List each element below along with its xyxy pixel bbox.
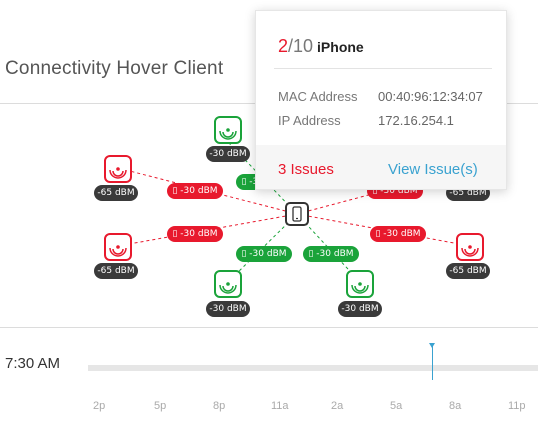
signal-label-top-left: -30 dBM (206, 146, 250, 162)
mobile-phone-icon (292, 206, 302, 222)
access-point-right-bottom[interactable] (456, 233, 484, 261)
wifi-access-point-icon (219, 282, 237, 294)
access-point-left-top[interactable] (104, 155, 132, 183)
view-issues-link[interactable]: View Issue(s) (388, 161, 478, 178)
client-total: /10 (288, 36, 314, 56)
timeline-tick: 5p (154, 400, 167, 412)
timeline-tick: 8a (449, 400, 462, 412)
signal-label-bottom-left: -30 dBM (206, 301, 250, 317)
popover-divider (274, 68, 492, 69)
client-index: 2 (278, 36, 289, 56)
wifi-access-point-icon (461, 245, 479, 257)
issues-count: 3 Issues (278, 161, 334, 178)
signal-label-left-top: -65 dBM (94, 185, 138, 201)
wifi-access-point-icon (109, 245, 127, 257)
ip-address-label: IP Address (278, 113, 341, 128)
timeline-tick: 11p (508, 400, 526, 412)
wifi-access-point-icon (219, 128, 237, 140)
wifi-access-point-icon (109, 167, 127, 179)
access-point-left-bottom[interactable] (104, 233, 132, 261)
signal-label-left-bottom: -65 dBM (94, 263, 138, 279)
access-point-bottom-right[interactable] (346, 270, 374, 298)
access-point-bottom-left[interactable] (214, 270, 242, 298)
link-label-left-bottom: ▯ -30 dBM (167, 226, 223, 242)
timeline-tick: 2a (331, 400, 344, 412)
signal-label-bottom-right: -30 dBM (338, 301, 382, 317)
link-label-left-top: ▯ -30 dBM (167, 183, 223, 199)
timeline-tick: 2p (93, 400, 106, 412)
signal-label-right-bottom: -65 dBM (446, 263, 490, 279)
mac-address-label: MAC Address (278, 89, 358, 104)
timeline-divider (0, 327, 538, 328)
client-device[interactable] (285, 202, 309, 226)
mac-address-value: 00:40:96:12:34:07 (378, 89, 483, 104)
link-label-right-bottom: ▯ -30 dBM (370, 226, 426, 242)
timeline-cursor-handle[interactable] (429, 343, 435, 348)
client-details-popover: 2/10 iPhone MAC Address 00:40:96:12:34:07… (255, 10, 507, 190)
timeline-cursor[interactable] (432, 346, 433, 380)
timeline-track[interactable] (88, 365, 538, 371)
timeline-tick: 5a (390, 400, 403, 412)
ip-address-value: 172.16.254.1 (378, 113, 454, 128)
wifi-access-point-icon (351, 282, 369, 294)
link-label-bottom-right: ▯ -30 dBM (303, 246, 359, 262)
popover-title: 2/10 iPhone (278, 36, 364, 57)
timeline-tick: 11a (271, 400, 289, 412)
link-label-bottom-left: ▯ -30 dBM (236, 246, 292, 262)
access-point-top-left[interactable] (214, 116, 242, 144)
timeline-tick: 8p (213, 400, 226, 412)
current-time: 7:30 AM (5, 355, 61, 372)
device-name: iPhone (317, 39, 364, 55)
